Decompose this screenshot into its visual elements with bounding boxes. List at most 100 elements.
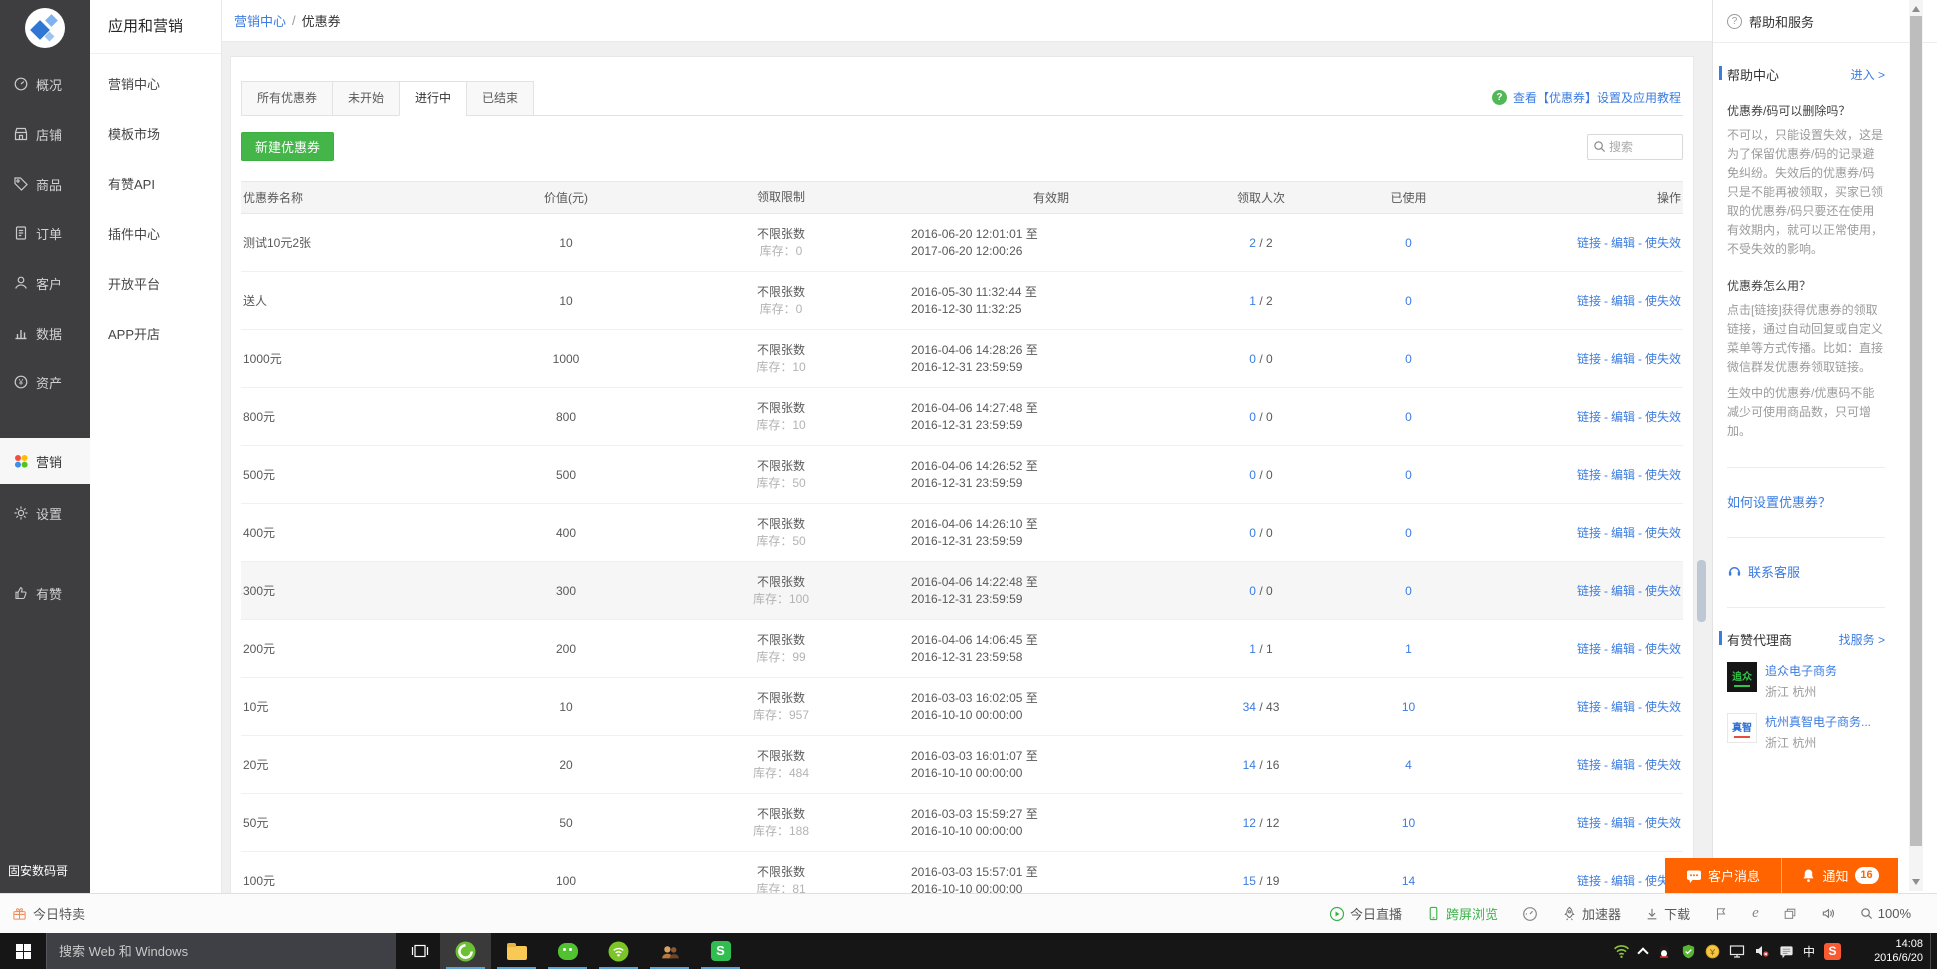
taken-count-link[interactable]: 15 — [1243, 874, 1256, 888]
agent-name-link[interactable]: 追众电子商务 — [1765, 662, 1837, 679]
coupon-tab[interactable]: 已结束 — [466, 81, 535, 116]
edit-action[interactable]: 编辑 — [1611, 874, 1635, 888]
used-count-link[interactable]: 0 — [1405, 410, 1412, 424]
used-count-link[interactable]: 0 — [1405, 236, 1412, 250]
sidebar-item-shop[interactable]: 店铺 — [0, 111, 90, 157]
taken-count-link[interactable]: 34 — [1243, 700, 1256, 714]
tray-sogou-icon[interactable]: S — [1824, 942, 1841, 960]
breadcrumb-parent-link[interactable]: 营销中心 — [234, 11, 286, 30]
taken-count-link[interactable]: 0 — [1249, 526, 1256, 540]
link-action[interactable]: 链接 — [1577, 468, 1601, 482]
link-action[interactable]: 链接 — [1577, 410, 1601, 424]
sidebar-item-overview[interactable]: 概况 — [0, 61, 90, 107]
link-action[interactable]: 链接 — [1577, 526, 1601, 540]
invalidate-action[interactable]: 使失效 — [1645, 816, 1681, 830]
link-action[interactable]: 链接 — [1577, 236, 1601, 250]
tray-shield-icon[interactable] — [1681, 944, 1696, 959]
app-wechat[interactable] — [542, 933, 593, 969]
link-action[interactable]: 链接 — [1577, 874, 1601, 888]
page-zoom-button[interactable]: 100% — [1860, 906, 1911, 921]
sidebar-item-marketing[interactable]: 营销 — [0, 438, 90, 484]
sidebar-item-orders[interactable]: 订单 — [0, 210, 90, 256]
sidebar-item-customers[interactable]: 客户 — [0, 260, 90, 306]
agent-item[interactable]: 真智 杭州真智电子商务... 浙江 杭州 — [1727, 713, 1885, 751]
used-count-link[interactable]: 10 — [1402, 816, 1415, 830]
used-count-link[interactable]: 1 — [1405, 642, 1412, 656]
sidebar-item-youzan[interactable]: 有赞 — [0, 570, 90, 616]
coupon-tab[interactable]: 进行中 — [399, 81, 468, 116]
submenu-item[interactable]: 插件中心 — [90, 210, 221, 260]
live-today-button[interactable]: 今日直播 — [1329, 904, 1402, 923]
taken-count-link[interactable]: 1 — [1249, 294, 1256, 308]
edit-action[interactable]: 编辑 — [1611, 352, 1635, 366]
taken-count-link[interactable]: 14 — [1243, 758, 1256, 772]
help-center-enter-link[interactable]: 进入 > — [1851, 66, 1885, 83]
taken-count-link[interactable]: 0 — [1249, 468, 1256, 482]
new-coupon-button[interactable]: 新建优惠券 — [241, 132, 335, 161]
scroll-up-arrow-icon[interactable] — [1912, 6, 1920, 12]
agent-name-link[interactable]: 杭州真智电子商务... — [1765, 713, 1871, 730]
tray-expand-chevron[interactable] — [1637, 946, 1649, 959]
edit-action[interactable]: 编辑 — [1611, 236, 1635, 250]
sidebar-item-settings[interactable]: 设置 — [0, 490, 90, 536]
taken-count-link[interactable]: 0 — [1249, 410, 1256, 424]
notice-button[interactable]: 通知 16 — [1782, 858, 1898, 893]
window-mode-button[interactable] — [1783, 907, 1797, 921]
edit-action[interactable]: 编辑 — [1611, 816, 1635, 830]
link-action[interactable]: 链接 — [1577, 642, 1601, 656]
used-count-link[interactable]: 0 — [1405, 294, 1412, 308]
invalidate-action[interactable]: 使失效 — [1645, 352, 1681, 366]
edit-action[interactable]: 编辑 — [1611, 584, 1635, 598]
sidebar-item-assets[interactable]: ¥ 资产 — [0, 359, 90, 405]
tutorial-link-row[interactable]: ? 查看【优惠券】设置及应用教程 — [1491, 89, 1681, 106]
app-file-explorer[interactable] — [491, 933, 542, 969]
agent-item[interactable]: 追众 追众电子商务 浙江 杭州 — [1727, 662, 1885, 700]
link-action[interactable]: 链接 — [1577, 816, 1601, 830]
link-action[interactable]: 链接 — [1577, 294, 1601, 308]
cross-screen-button[interactable]: 跨屏浏览 — [1426, 904, 1498, 923]
submenu-item[interactable]: APP开店 — [90, 310, 221, 360]
show-desktop-button[interactable] — [1930, 933, 1937, 969]
volume-button[interactable] — [1821, 906, 1836, 921]
edit-action[interactable]: 编辑 — [1611, 758, 1635, 772]
tray-volume-muted-icon[interactable] — [1754, 943, 1770, 959]
youzan-logo[interactable] — [25, 8, 65, 48]
ie-mode-button[interactable]: e — [1752, 905, 1759, 922]
download-button[interactable]: 下载 — [1645, 904, 1690, 923]
taken-count-link[interactable]: 0 — [1249, 352, 1256, 366]
invalidate-action[interactable]: 使失效 — [1645, 468, 1681, 482]
sidebar-item-goods[interactable]: 商品 — [0, 161, 90, 207]
used-count-link[interactable]: 0 — [1405, 468, 1412, 482]
ime-indicator[interactable]: 中 — [1803, 943, 1815, 960]
edit-action[interactable]: 编辑 — [1611, 700, 1635, 714]
sidebar-item-data[interactable]: 数据 — [0, 310, 90, 356]
help-scrollbar[interactable] — [1909, 0, 1923, 891]
contact-support-link[interactable]: 联系客服 — [1727, 562, 1885, 581]
submenu-item[interactable]: 营销中心 — [90, 60, 221, 110]
invalidate-action[interactable]: 使失效 — [1645, 584, 1681, 598]
used-count-link[interactable]: 0 — [1405, 352, 1412, 366]
used-count-link[interactable]: 4 — [1405, 758, 1412, 772]
submenu-item[interactable]: 模板市场 — [90, 110, 221, 160]
invalidate-action[interactable]: 使失效 — [1645, 294, 1681, 308]
submenu-item[interactable]: 有赞API — [90, 160, 221, 210]
contact-support-label[interactable]: 联系客服 — [1748, 562, 1800, 581]
coupon-tab[interactable]: 所有优惠券 — [241, 81, 334, 116]
taken-count-link[interactable]: 12 — [1243, 816, 1256, 830]
flag-button[interactable] — [1714, 907, 1728, 921]
customer-messages-button[interactable]: 客户消息 — [1665, 858, 1781, 893]
link-action[interactable]: 链接 — [1577, 700, 1601, 714]
used-count-link[interactable]: 10 — [1402, 700, 1415, 714]
edit-action[interactable]: 编辑 — [1611, 468, 1635, 482]
start-button[interactable] — [0, 933, 46, 969]
coupon-search[interactable] — [1587, 133, 1683, 160]
help-scrollbar-thumb[interactable] — [1910, 16, 1922, 846]
tray-network-icon[interactable] — [1729, 943, 1745, 959]
taken-count-link[interactable]: 0 — [1249, 584, 1256, 598]
invalidate-action[interactable]: 使失效 — [1645, 526, 1681, 540]
edit-action[interactable]: 编辑 — [1611, 410, 1635, 424]
daily-deal-link[interactable]: 今日特卖 — [12, 894, 85, 933]
setup-coupon-link[interactable]: 如何设置优惠券？ — [1727, 492, 1885, 511]
task-view-button[interactable] — [400, 933, 440, 969]
submenu-item[interactable]: 开放平台 — [90, 260, 221, 310]
